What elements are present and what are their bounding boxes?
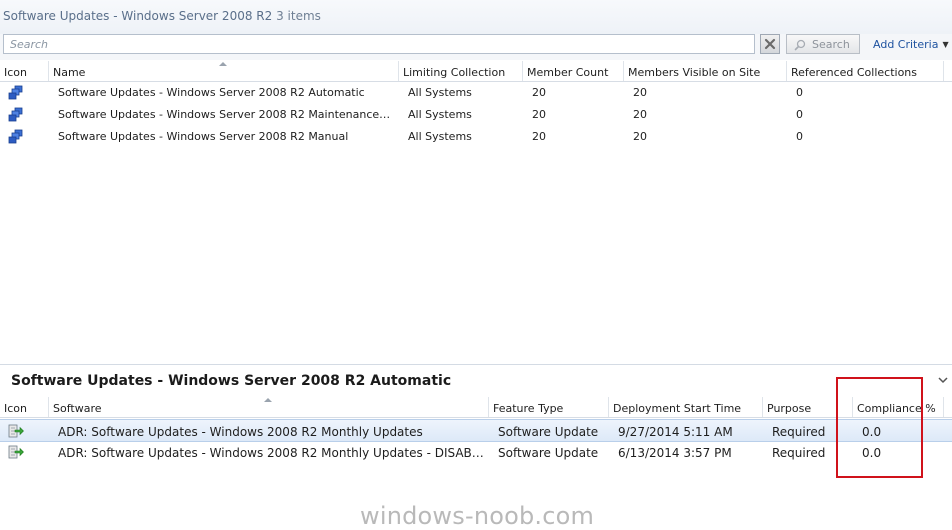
sort-ascending-icon (264, 398, 272, 402)
deployments-grid-header: Icon Software Feature Type Deployment St… (0, 397, 952, 418)
search-bar: Search Add Criteria▼ (0, 34, 952, 60)
table-row[interactable]: ADR: Software Updates - Windows 2008 R2 … (0, 442, 952, 464)
purpose: Required (772, 446, 826, 460)
limiting-collection: All Systems (408, 108, 472, 121)
table-row[interactable]: Software Updates - Windows Server 2008 R… (0, 82, 952, 104)
node-title: Software Updates - Windows Server 2008 R… (3, 9, 273, 23)
deployment-icon (8, 424, 24, 438)
pane-divider[interactable] (0, 364, 952, 365)
column-header-member-count[interactable]: Member Count (523, 61, 624, 81)
software-name: ADR: Software Updates - Windows 2008 R2 … (58, 446, 484, 460)
column-header-icon[interactable]: Icon (0, 397, 49, 417)
column-header-icon[interactable]: Icon (0, 61, 49, 81)
feature-type: Software Update (498, 446, 599, 460)
column-header-members-visible[interactable]: Members Visible on Site (624, 61, 787, 81)
limiting-collection: All Systems (408, 130, 472, 143)
clear-search-button[interactable] (760, 34, 780, 54)
item-count: 3 items (276, 9, 321, 23)
collection-name: Software Updates - Windows Server 2008 R… (58, 130, 349, 143)
chevron-down-icon: ▼ (942, 40, 949, 49)
column-header-limiting-collection[interactable]: Limiting Collection (399, 61, 523, 81)
table-row-selected[interactable]: ADR: Software Updates - Windows 2008 R2 … (0, 419, 952, 442)
collections-grid-header: Icon Name Limiting Collection Member Cou… (0, 61, 952, 82)
sort-ascending-icon (219, 62, 227, 66)
chevron-down-icon[interactable] (938, 376, 948, 384)
title-bar: Software Updates - Windows Server 2008 R… (0, 0, 952, 35)
collection-icon (8, 107, 23, 122)
column-header-feature-type[interactable]: Feature Type (489, 397, 609, 417)
table-row[interactable]: Software Updates - Windows Server 2008 R… (0, 104, 952, 126)
limiting-collection: All Systems (408, 86, 472, 99)
search-input[interactable] (3, 34, 755, 54)
software-name: ADR: Software Updates - Windows 2008 R2 … (58, 425, 423, 439)
annotation-highlight-box (836, 377, 923, 478)
referenced-collections: 0 (796, 86, 803, 99)
table-row[interactable]: Software Updates - Windows Server 2008 R… (0, 126, 952, 148)
collection-name: Software Updates - Windows Server 2008 R… (58, 108, 393, 121)
search-icon (794, 39, 806, 51)
close-icon (764, 38, 776, 50)
member-count: 20 (532, 130, 546, 143)
deployment-start-time: 9/27/2014 5:11 AM (618, 425, 733, 439)
members-visible: 20 (633, 130, 647, 143)
details-pane-title: Software Updates - Windows Server 2008 R… (11, 373, 452, 389)
deployment-icon (8, 445, 24, 459)
referenced-collections: 0 (796, 108, 803, 121)
members-visible: 20 (633, 86, 647, 99)
page-title: Software Updates - Windows Server 2008 R… (3, 9, 321, 23)
feature-type: Software Update (498, 425, 599, 439)
member-count: 20 (532, 86, 546, 99)
add-criteria-label: Add Criteria (873, 38, 939, 51)
column-header-deployment-start-time[interactable]: Deployment Start Time (609, 397, 763, 417)
members-visible: 20 (633, 108, 647, 121)
add-criteria-link[interactable]: Add Criteria ▼ (873, 38, 949, 51)
member-count: 20 (532, 108, 546, 121)
referenced-collections: 0 (796, 130, 803, 143)
search-button-label: Search (812, 38, 850, 51)
purpose: Required (772, 425, 826, 439)
deployment-start-time: 6/13/2014 3:57 PM (618, 446, 732, 460)
collection-icon (8, 129, 23, 144)
search-button[interactable]: Search (786, 34, 860, 54)
collection-name: Software Updates - Windows Server 2008 R… (58, 86, 365, 99)
watermark: windows-noob.com (360, 502, 595, 530)
collection-icon (8, 85, 23, 100)
column-header-referenced-collections[interactable]: Referenced Collections (787, 61, 944, 81)
